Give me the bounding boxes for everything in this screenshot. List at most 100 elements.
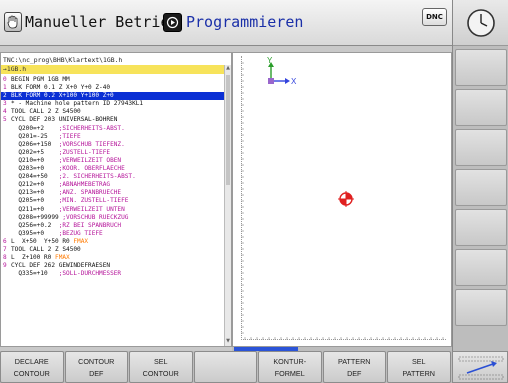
clock <box>453 0 508 46</box>
softkey-4[interactable] <box>193 351 257 383</box>
program-line[interactable]: 2 BLK FORM 0.2 X+100 Y+100 Z+0 <box>1 92 225 101</box>
line-text: Q206=+150 <box>11 140 59 148</box>
program-line[interactable]: Q212=+0 ;ABNAHMEBETRAG <box>1 181 225 189</box>
program-line[interactable]: 1 BLK FORM 0.1 Z X+0 Y+0 Z-40 <box>1 84 225 92</box>
program-line[interactable]: Q202=+5 ;ZUSTELL-TIEFE <box>1 149 225 157</box>
line-number: 9 <box>3 262 7 270</box>
softkey-label-line2: CONTOUR <box>13 369 50 378</box>
parameter-comment: ;BEZUG TIEFE <box>58 229 103 237</box>
parameter-comment: ;VORSCHUB RUECKZUG <box>62 213 129 221</box>
softkey-bar: DECLARE CONTOUR CONTOUR DEF SEL CONTOUR KONTUR… <box>0 351 452 383</box>
vertical-softkey-2[interactable] <box>455 89 507 126</box>
program-line[interactable]: Q335=+10 ;SOLL-DURCHMESSER <box>1 270 225 278</box>
line-number: 3 <box>3 100 7 108</box>
line-text: Q212=+0 <box>11 181 59 189</box>
line-text: CYCL DEF 262 GEWINDEFRAESEN <box>11 262 111 270</box>
line-text: Q211=+0 <box>11 205 59 213</box>
softkey-label-line1: DECLARE <box>14 357 49 366</box>
program-line[interactable]: Q395=+0 ;BEZUG TIEFE <box>1 230 225 238</box>
program-line[interactable]: 5 CYCL DEF 203 UNIVERSAL-BOHREN <box>1 116 225 124</box>
graphics-view[interactable]: Y X <box>232 52 452 347</box>
mode-programming-label: Programmieren <box>186 13 304 31</box>
line-text: Q200=+2 <box>11 124 59 132</box>
line-text: Q204=+50 <box>11 173 59 181</box>
program-line[interactable]: Q213=+0 ;ANZ. SPANBRUECHE <box>1 189 225 197</box>
line-text: L Z+100 R0 <box>11 254 56 262</box>
vertical-softkey-7[interactable] <box>455 289 507 326</box>
softkey-1[interactable]: DECLARE CONTOUR <box>0 351 64 383</box>
scroll-down-icon[interactable]: ▼ <box>225 338 231 346</box>
program-line[interactable]: Q204=+50 ;2. SICHERHEITS-ABST. <box>1 173 225 181</box>
program-line[interactable]: 8 L Z+100 R0 FMAX <box>1 254 225 262</box>
line-number: 1 <box>3 84 7 92</box>
line-number: 5 <box>3 116 7 124</box>
vertical-softkey-4[interactable] <box>455 169 507 206</box>
parameter-comment: ;MIN. ZUSTELL-TIEFE <box>58 197 129 205</box>
reference-point-icon <box>338 191 354 207</box>
clock-icon <box>467 8 495 37</box>
softkey-label-line2: PATTERN <box>402 369 435 378</box>
parameter-comment: ;RZ BEI SPANBRUCH <box>58 221 122 229</box>
softkey-label-line2: FORMEL <box>274 369 305 378</box>
vertical-softkey-3[interactable] <box>455 129 507 166</box>
parameter-comment: ;SOLL-DURCHMESSER <box>58 270 122 278</box>
program-line[interactable]: 3 * - Machine hole pattern ID 27943KL1 <box>1 100 225 108</box>
dnc-button[interactable]: DNC <box>422 8 447 26</box>
softkey-more[interactable] <box>452 351 508 383</box>
program-line[interactable]: Q206=+150 ;VORSCHUB TIEFENZ. <box>1 141 225 149</box>
softkey-label-line2: DEF <box>89 369 104 378</box>
softkey-7[interactable]: SEL PATTERN <box>387 351 451 383</box>
softkey-label-line2: DEF <box>347 369 362 378</box>
softkey-label-line2: CONTOUR <box>142 369 179 378</box>
program-path: TNC:\nc_prog\BHB\Klartext\1GB.h <box>3 56 123 64</box>
hand-icon <box>4 12 22 32</box>
line-number: 0 <box>3 76 7 83</box>
header-bar: Manueller Betrieb Programmieren DNC <box>0 0 452 46</box>
line-text: TOOL CALL 2 Z S4500 <box>11 245 81 253</box>
line-text: BEGIN PGM 1GB MM <box>11 76 70 83</box>
softkey-2[interactable]: CONTOUR DEF <box>64 351 128 383</box>
scroll-thumb[interactable] <box>226 75 230 185</box>
program-line[interactable]: 4 TOOL CALL 2 Z S4500 <box>1 108 225 116</box>
vertical-softkey-1[interactable] <box>455 49 507 86</box>
program-code[interactable]: 0 BEGIN PGM 1GB MM 1 BLK FORM 0.1 Z X+0 Y+0… <box>1 76 225 278</box>
program-line[interactable]: Q210=+0 ;VERWEILZEIT OBEN <box>1 157 225 165</box>
mode-programming[interactable]: Programmieren <box>163 10 303 34</box>
parameter-comment: ;ZUSTELL-TIEFE <box>58 148 111 156</box>
program-line[interactable]: Q203=+0 ;KOOR. OBERFLAECHE <box>1 165 225 173</box>
program-line[interactable]: Q256=+0.2 ;RZ BEI SPANBRUCH <box>1 222 225 230</box>
program-line[interactable]: 7 TOOL CALL 2 Z S4500 <box>1 246 225 254</box>
line-text: Q256=+0.2 <box>11 221 59 229</box>
softkey-3[interactable]: SEL CONTOUR <box>129 351 193 383</box>
line-text: Q201=-25 <box>11 132 59 140</box>
softkey-label-line1: KONTUR- <box>273 357 307 366</box>
program-line[interactable]: 6 L X+50 Y+50 R0 FMAX <box>1 238 225 246</box>
softkey-switch-icon <box>458 356 504 380</box>
softkey-5[interactable]: KONTUR- FORMEL <box>258 351 322 383</box>
program-line[interactable]: Q211=+0 ;VERWEILZEIT UNTEN <box>1 206 225 214</box>
program-line[interactable]: 9 CYCL DEF 262 GEWINDEFRAESEN <box>1 262 225 270</box>
program-line[interactable]: 0 BEGIN PGM 1GB MM <box>1 76 225 84</box>
program-line[interactable]: Q208=+99999 ;VORSCHUB RUECKZUG <box>1 214 225 222</box>
graphics-canvas: Y X <box>241 56 444 340</box>
parameter-comment: ;VERWEILZEIT OBEN <box>58 156 122 164</box>
program-line[interactable]: Q205=+0 ;MIN. ZUSTELL-TIEFE <box>1 197 225 205</box>
program-line[interactable]: Q200=+2 ;SICHERHEITS-ABST. <box>1 125 225 133</box>
axis-x-label: X <box>291 77 297 86</box>
line-text: Q202=+5 <box>11 148 59 156</box>
softkey-label-line1: SEL <box>411 357 426 366</box>
axis-y-label: Y <box>267 56 273 65</box>
mode-manual-operation[interactable]: Manueller Betrieb <box>4 10 179 34</box>
parameter-comment: ;ANZ. SPANBRUECHE <box>58 189 122 197</box>
line-text: Q395=+0 <box>11 229 59 237</box>
vertical-softkey-6[interactable] <box>455 249 507 286</box>
parameter-comment: ;SICHERHEITS-ABST. <box>58 124 125 132</box>
program-line[interactable]: Q201=-25 ;TIEFE <box>1 133 225 141</box>
line-text: * - Machine hole pattern ID 27943KL1 <box>11 100 144 108</box>
scroll-up-icon[interactable]: ▲ <box>225 65 231 73</box>
program-file-name: →1GB.h <box>1 65 225 74</box>
program-scrollbar[interactable]: ▲ ▼ <box>224 65 231 346</box>
softkey-6[interactable]: PATTERN DEF <box>322 351 386 383</box>
program-editor[interactable]: TNC:\nc_prog\BHB\Klartext\1GB.h →1GB.h 0… <box>0 52 232 347</box>
vertical-softkey-5[interactable] <box>455 209 507 246</box>
